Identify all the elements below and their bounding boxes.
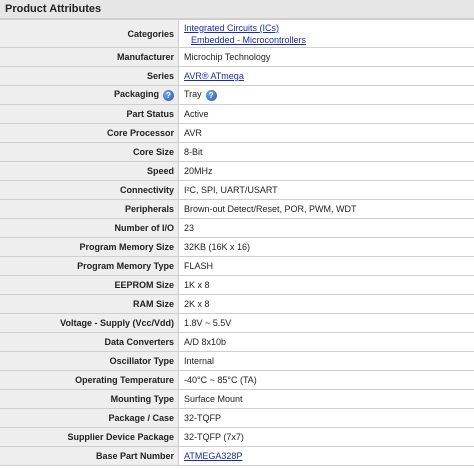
row-value: 23: [178, 218, 474, 238]
help-icon[interactable]: ?: [205, 89, 217, 101]
section-title: Product Attributes: [0, 0, 474, 19]
row-value: 20MHz: [178, 161, 474, 181]
row-value: 1.8V ~ 5.5V: [178, 313, 474, 333]
table-row: Voltage - Supply (Vcc/Vdd) 1.8V ~ 5.5V: [0, 313, 474, 333]
row-value: 32KB (16K x 16): [178, 237, 474, 257]
row-label: Core Size: [0, 142, 179, 162]
row-value: -40°C ~ 85°C (TA): [178, 370, 474, 390]
row-label: Voltage - Supply (Vcc/Vdd): [0, 313, 179, 333]
row-value: 1K x 8: [178, 275, 474, 295]
row-label: Part Status: [0, 104, 179, 124]
row-value: FLASH: [178, 256, 474, 276]
table-row: Manufacturer Microchip Technology: [0, 47, 474, 67]
row-label: Package / Case: [0, 408, 179, 428]
row-value: Surface Mount: [178, 389, 474, 409]
row-label: Speed: [0, 161, 179, 181]
row-label: Data Converters: [0, 332, 179, 352]
row-label: Oscillator Type: [0, 351, 179, 371]
table-row: Program Memory Type FLASH: [0, 256, 474, 276]
row-label: Connectivity: [0, 180, 179, 200]
table-row: RAM Size 2K x 8: [0, 294, 474, 314]
row-label: Supplier Device Package: [0, 427, 179, 447]
table-row: Categories Integrated Circuits (ICs) Emb…: [0, 19, 474, 48]
table-row: Base Part Number ATMEGA328P: [0, 446, 474, 466]
row-value: I²C, SPI, UART/USART: [178, 180, 474, 200]
row-label: Packaging?: [0, 85, 179, 105]
row-label: Program Memory Type: [0, 256, 179, 276]
table-row: EEPROM Size 1K x 8: [0, 275, 474, 295]
row-value: 32-TQFP (7x7): [178, 427, 474, 447]
row-value: Active: [178, 104, 474, 124]
row-value: 32-TQFP: [178, 408, 474, 428]
table-row: Part Status Active: [0, 104, 474, 124]
packaging-label: Packaging: [113, 89, 159, 100]
help-icon[interactable]: ?: [163, 89, 174, 101]
table-row: Packaging? Tray?: [0, 85, 474, 105]
row-label: Operating Temperature: [0, 370, 179, 390]
series-link[interactable]: AVR® ATmega: [184, 71, 244, 81]
table-row: Supplier Device Package 32-TQFP (7x7): [0, 427, 474, 447]
table-row: Peripherals Brown-out Detect/Reset, POR,…: [0, 199, 474, 219]
table-row: Core Processor AVR: [0, 123, 474, 143]
product-attributes-panel: Product Attributes Categories Integrated…: [0, 0, 474, 469]
row-label: Core Processor: [0, 123, 179, 143]
attributes-table: Categories Integrated Circuits (ICs) Emb…: [0, 19, 474, 466]
row-label: Categories: [0, 19, 179, 48]
table-row: Package / Case 32-TQFP: [0, 408, 474, 428]
row-value: 8-Bit: [178, 142, 474, 162]
row-label: Number of I/O: [0, 218, 179, 238]
table-row: Operating Temperature -40°C ~ 85°C (TA): [0, 370, 474, 390]
table-row: Speed 20MHz: [0, 161, 474, 181]
table-row: Number of I/O 23: [0, 218, 474, 238]
table-row: Core Size 8-Bit: [0, 142, 474, 162]
table-row: Series AVR® ATmega: [0, 66, 474, 86]
row-value: AVR: [178, 123, 474, 143]
table-row: Program Memory Size 32KB (16K x 16): [0, 237, 474, 257]
row-label: Manufacturer: [0, 47, 179, 67]
table-row: Connectivity I²C, SPI, UART/USART: [0, 180, 474, 200]
row-label: RAM Size: [0, 294, 179, 314]
row-value: ATMEGA328P: [178, 446, 474, 466]
row-label: Base Part Number: [0, 446, 179, 466]
row-label: Peripherals: [0, 199, 179, 219]
row-value: Microchip Technology: [178, 47, 474, 67]
table-row: Mounting Type Surface Mount: [0, 389, 474, 409]
packaging-value: Tray: [184, 89, 202, 100]
row-value: AVR® ATmega: [178, 66, 474, 86]
row-value: Integrated Circuits (ICs) Embedded - Mic…: [178, 19, 474, 48]
row-value: Tray?: [178, 85, 474, 105]
table-row: Oscillator Type Internal: [0, 351, 474, 371]
table-row: Data Converters A/D 8x10b: [0, 332, 474, 352]
row-label: EEPROM Size: [0, 275, 179, 295]
row-label: Series: [0, 66, 179, 86]
base-part-number-link[interactable]: ATMEGA328P: [184, 451, 242, 461]
row-label: Program Memory Size: [0, 237, 179, 257]
category-link-microcontrollers[interactable]: Embedded - Microcontrollers: [191, 35, 306, 45]
row-value: Internal: [178, 351, 474, 371]
row-label: Mounting Type: [0, 389, 179, 409]
row-value: Brown-out Detect/Reset, POR, PWM, WDT: [178, 199, 474, 219]
category-link-ics[interactable]: Integrated Circuits (ICs): [184, 23, 279, 33]
row-value: 2K x 8: [178, 294, 474, 314]
row-value: A/D 8x10b: [178, 332, 474, 352]
